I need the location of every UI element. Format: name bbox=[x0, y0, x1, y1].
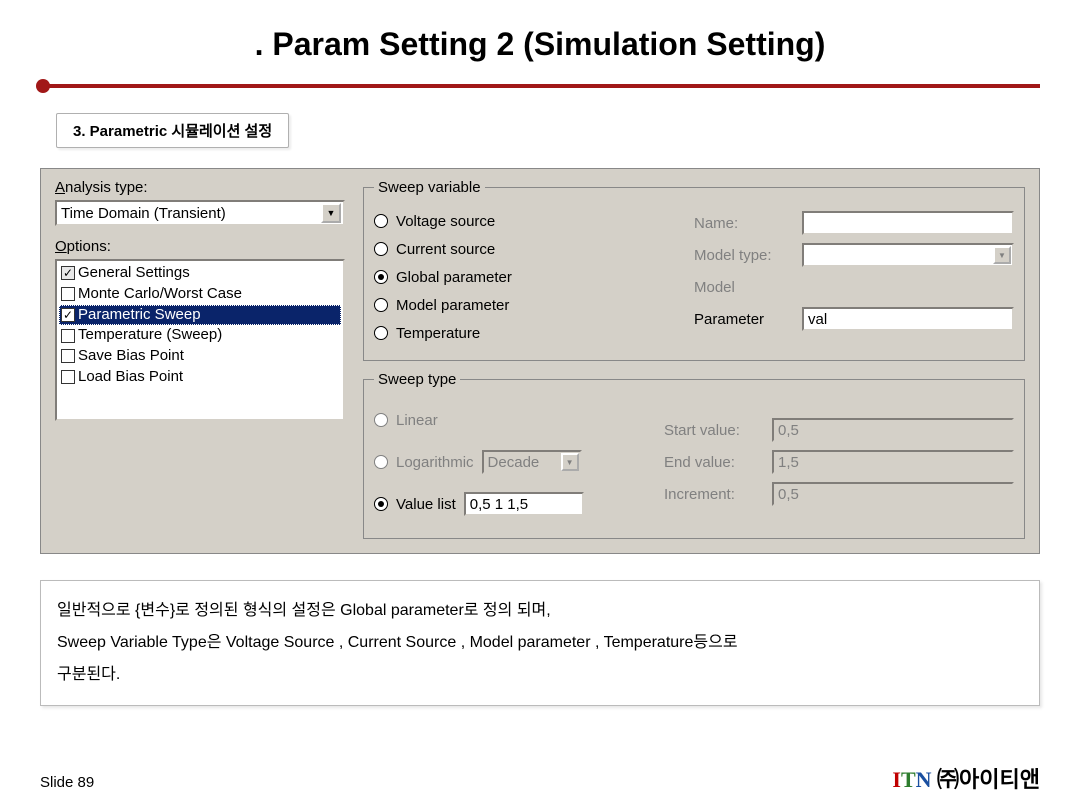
list-item[interactable]: Temperature (Sweep) bbox=[59, 325, 341, 346]
list-item-label: Parametric Sweep bbox=[78, 306, 201, 325]
slide-footer: Slide 89 ITN ㈜아이티앤 bbox=[0, 762, 1080, 794]
sweep-type-legend: Sweep type bbox=[374, 371, 460, 388]
dialog-right-column: Sweep variable Voltage source Current sou… bbox=[363, 179, 1025, 539]
radio-icon bbox=[374, 497, 388, 511]
radio-row[interactable]: Global parameter bbox=[374, 266, 670, 288]
list-item-label: Load Bias Point bbox=[78, 368, 183, 387]
model-type-label: Model type: bbox=[694, 247, 794, 264]
radio-icon bbox=[374, 413, 388, 427]
simulation-settings-dialog: Analysis type: Time Domain (Transient) ▼… bbox=[40, 168, 1040, 554]
sweep-variable-radios: Voltage source Current source Global param… bbox=[374, 204, 670, 350]
radio-icon bbox=[374, 270, 388, 284]
sweep-variable-group: Sweep variable Voltage source Current sou… bbox=[363, 179, 1025, 361]
list-item[interactable]: Load Bias Point bbox=[59, 367, 341, 388]
name-label: Name: bbox=[694, 215, 794, 232]
radio-label: Value list bbox=[396, 496, 456, 513]
options-label: Options: bbox=[55, 238, 345, 255]
radio-row[interactable]: Current source bbox=[374, 238, 670, 260]
list-item[interactable]: Monte Carlo/Worst Case bbox=[59, 284, 341, 305]
radio-icon bbox=[374, 242, 388, 256]
name-field-row: Name: bbox=[694, 210, 1014, 236]
chevron-down-icon[interactable]: ▼ bbox=[993, 246, 1011, 264]
list-item-label: Save Bias Point bbox=[78, 347, 184, 366]
radio-label: Linear bbox=[396, 412, 438, 429]
radio-value-list[interactable]: Value list 0,5 1 1,5 bbox=[374, 486, 654, 522]
description-line: 일반적으로 {변수}로 정의된 형식의 설정은 Global parameter… bbox=[57, 595, 1023, 627]
start-value-label: Start value: bbox=[664, 422, 764, 439]
checkbox-icon[interactable] bbox=[61, 329, 75, 343]
list-item[interactable]: ✓General Settings bbox=[59, 263, 341, 284]
increment-input[interactable]: 0,5 bbox=[772, 482, 1014, 506]
parameter-label: Parameter bbox=[694, 311, 794, 328]
dialog-left-column: Analysis type: Time Domain (Transient) ▼… bbox=[55, 179, 345, 539]
sweep-variable-legend: Sweep variable bbox=[374, 179, 485, 196]
radio-logarithmic[interactable]: Logarithmic Decade ▼ bbox=[374, 444, 654, 480]
radio-label: Voltage source bbox=[396, 213, 495, 230]
parameter-input[interactable]: val bbox=[802, 307, 1014, 331]
list-item-label: Monte Carlo/Worst Case bbox=[78, 285, 242, 304]
options-listbox[interactable]: ✓General SettingsMonte Carlo/Worst Case✓… bbox=[55, 259, 345, 421]
divider-line bbox=[48, 84, 1040, 88]
radio-label: Global parameter bbox=[396, 269, 512, 286]
title-divider bbox=[36, 77, 1044, 95]
radio-row[interactable]: Voltage source bbox=[374, 210, 670, 232]
parameter-field-row: Parameter val bbox=[694, 306, 1014, 332]
name-input[interactable] bbox=[802, 211, 1014, 235]
model-input bbox=[802, 275, 1014, 299]
section-heading: 3. Parametric 시뮬레이션 설정 bbox=[56, 113, 289, 148]
sweep-type-radios: Linear Logarithmic Decade ▼ Value list 0 bbox=[374, 396, 654, 528]
model-field-row: Model bbox=[694, 274, 1014, 300]
model-type-combo[interactable]: ▼ bbox=[802, 243, 1014, 267]
sweep-variable-fields: Name: Model type: ▼ Model bbox=[694, 204, 1014, 350]
description-line: Sweep Variable Type은 Voltage Source , Cu… bbox=[57, 627, 1023, 659]
log-scale-combo[interactable]: Decade ▼ bbox=[482, 450, 582, 474]
value-list-input[interactable]: 0,5 1 1,5 bbox=[464, 492, 584, 516]
checkbox-icon[interactable] bbox=[61, 370, 75, 384]
end-value-row: End value: 1,5 bbox=[664, 449, 1014, 475]
analysis-type-value: Time Domain (Transient) bbox=[61, 205, 226, 222]
model-type-field-row: Model type: ▼ bbox=[694, 242, 1014, 268]
slide-number: Slide 89 bbox=[40, 774, 94, 791]
radio-icon bbox=[374, 298, 388, 312]
end-value-label: End value: bbox=[664, 454, 764, 471]
analysis-type-combo[interactable]: Time Domain (Transient) ▼ bbox=[55, 200, 345, 226]
radio-icon bbox=[374, 326, 388, 340]
sweep-type-fields: Start value: 0,5 End value: 1,5 Incremen… bbox=[664, 411, 1014, 513]
chevron-down-icon[interactable]: ▼ bbox=[561, 453, 579, 471]
model-label: Model bbox=[694, 279, 794, 296]
radio-row[interactable]: Temperature bbox=[374, 322, 670, 344]
page-title: . Param Setting 2 (Simulation Setting) bbox=[0, 0, 1080, 77]
radio-label: Logarithmic bbox=[396, 454, 474, 471]
log-scale-value: Decade bbox=[488, 454, 540, 471]
checkbox-icon[interactable] bbox=[61, 349, 75, 363]
list-item[interactable]: ✓Parametric Sweep bbox=[59, 305, 341, 326]
radio-icon bbox=[374, 455, 388, 469]
chevron-down-icon[interactable]: ▼ bbox=[321, 203, 341, 223]
description-box: 일반적으로 {변수}로 정의된 형식의 설정은 Global parameter… bbox=[40, 580, 1040, 706]
sweep-type-group: Sweep type Linear Logarithmic Decade ▼ bbox=[363, 371, 1025, 539]
radio-label: Model parameter bbox=[396, 297, 509, 314]
end-value-input[interactable]: 1,5 bbox=[772, 450, 1014, 474]
checkbox-icon[interactable] bbox=[61, 287, 75, 301]
radio-icon bbox=[374, 214, 388, 228]
analysis-type-label: Analysis type: bbox=[55, 179, 345, 196]
list-item[interactable]: Save Bias Point bbox=[59, 346, 341, 367]
increment-row: Increment: 0,5 bbox=[664, 481, 1014, 507]
radio-linear[interactable]: Linear bbox=[374, 402, 654, 438]
description-line: 구분된다. bbox=[57, 659, 1023, 691]
checkbox-icon[interactable]: ✓ bbox=[61, 308, 75, 322]
start-value-row: Start value: 0,5 bbox=[664, 417, 1014, 443]
radio-label: Current source bbox=[396, 241, 495, 258]
list-item-label: General Settings bbox=[78, 264, 190, 283]
checkbox-icon[interactable]: ✓ bbox=[61, 266, 75, 280]
start-value-input[interactable]: 0,5 bbox=[772, 418, 1014, 442]
list-item-label: Temperature (Sweep) bbox=[78, 326, 222, 345]
brand-logo: ITN ㈜아이티앤 bbox=[892, 762, 1040, 794]
radio-label: Temperature bbox=[396, 325, 480, 342]
radio-row[interactable]: Model parameter bbox=[374, 294, 670, 316]
increment-label: Increment: bbox=[664, 486, 764, 503]
